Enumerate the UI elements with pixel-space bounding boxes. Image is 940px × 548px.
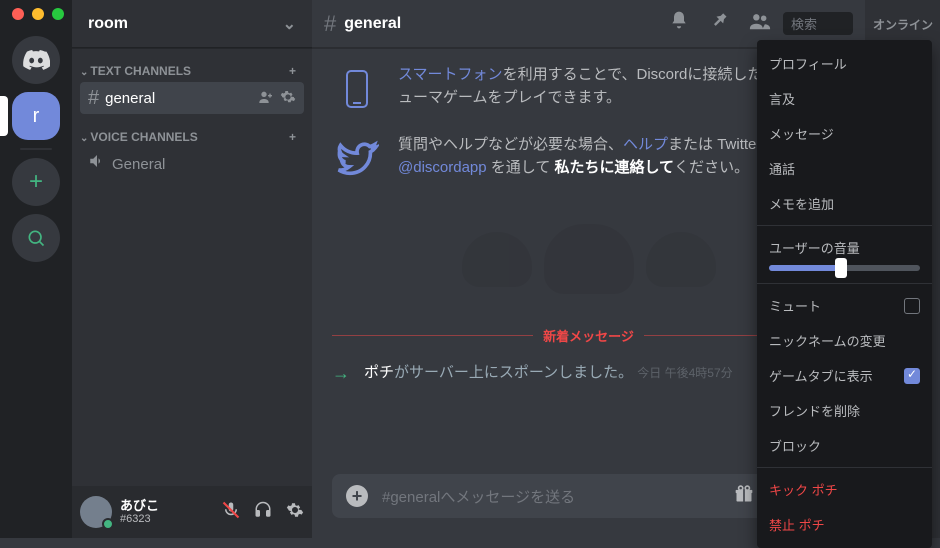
close-dot[interactable] (12, 8, 24, 20)
explore-servers-button[interactable] (12, 214, 60, 262)
zoom-dot[interactable] (52, 8, 64, 20)
input-placeholder: #generalへメッセージを送る (382, 486, 720, 507)
search-input[interactable]: 検索 (783, 12, 853, 35)
home-button[interactable] (12, 36, 60, 84)
pinned-icon[interactable] (709, 10, 729, 37)
phone-icon (332, 64, 382, 114)
guild-separator (20, 148, 52, 150)
ctx-separator (757, 467, 932, 468)
ctx-nickname[interactable]: ニックネームの変更 (757, 323, 932, 358)
speaker-icon (88, 152, 106, 176)
ctx-message[interactable]: メッセージ (757, 116, 932, 151)
ctx-block[interactable]: ブロック (757, 428, 932, 463)
channel-label: general (105, 90, 258, 107)
self-avatar[interactable] (80, 496, 112, 528)
self-username: あびこ (120, 499, 159, 513)
channel-general[interactable]: # general (80, 82, 304, 114)
ctx-remove-friend[interactable]: フレンドを削除 (757, 393, 932, 428)
deafen-button[interactable] (254, 501, 272, 524)
chevron-down-icon: ⌄ (283, 14, 296, 34)
gear-icon[interactable] (280, 89, 296, 108)
ctx-add-note[interactable]: メモを追加 (757, 186, 932, 221)
volume-slider[interactable] (769, 265, 920, 271)
ctx-profile[interactable]: プロフィール (757, 46, 932, 81)
ctx-call[interactable]: 通話 (757, 151, 932, 186)
self-tag: #6323 (120, 513, 159, 525)
server-name: room (88, 15, 128, 33)
voice-channels-category[interactable]: ⌄VOICE CHANNELS + (72, 130, 312, 144)
ctx-mention[interactable]: 言及 (757, 81, 932, 116)
invite-icon[interactable] (258, 89, 274, 108)
add-channel-icon[interactable]: + (289, 130, 296, 144)
status-online-icon (102, 518, 114, 530)
twitter-icon (332, 134, 382, 184)
ctx-mute[interactable]: ミュート (757, 288, 932, 323)
ctx-kick[interactable]: キック ポチ (757, 472, 932, 507)
discord-logo-icon (22, 46, 50, 74)
mute-mic-button[interactable] (222, 501, 240, 524)
gift-icon[interactable] (734, 484, 754, 509)
window-controls (0, 8, 64, 20)
ctx-ban[interactable]: 禁止 ポチ (757, 507, 932, 542)
join-arrow-icon: → (332, 363, 350, 384)
members-online-header: オンライン (873, 16, 932, 33)
add-channel-icon[interactable]: + (289, 64, 296, 78)
user-context-menu: プロフィール 言及 メッセージ 通話 メモを追加 ユーザーの音量 ミュート ニッ… (757, 40, 932, 548)
compass-icon (26, 228, 46, 248)
add-server-button[interactable]: + (12, 158, 60, 206)
minimize-dot[interactable] (32, 8, 44, 20)
checkbox-icon[interactable] (904, 298, 920, 314)
server-header[interactable]: room ⌄ (72, 0, 312, 48)
hash-icon: # (88, 87, 99, 110)
voice-channel-general[interactable]: General (80, 148, 304, 180)
hash-icon: # (324, 11, 336, 37)
channel-sidebar: room ⌄ ⌄TEXT CHANNELS + # general (72, 0, 312, 538)
notifications-icon[interactable] (669, 10, 689, 37)
channel-title: general (344, 15, 669, 33)
ctx-volume: ユーザーの音量 (757, 230, 932, 279)
guild-rail: r + (0, 0, 72, 538)
ctx-game-tab[interactable]: ゲームタブに表示 (757, 358, 932, 393)
attach-button[interactable]: + (346, 485, 368, 507)
members-icon[interactable] (749, 10, 771, 37)
checkbox-checked-icon[interactable] (904, 368, 920, 384)
ctx-separator (757, 283, 932, 284)
guild-room[interactable]: r (12, 92, 60, 140)
ctx-separator (757, 225, 932, 226)
user-panel: あびこ #6323 (72, 486, 312, 538)
channel-label: General (112, 156, 296, 173)
settings-button[interactable] (286, 501, 304, 524)
text-channels-category[interactable]: ⌄TEXT CHANNELS + (72, 64, 312, 78)
active-guild-indicator (0, 96, 8, 136)
